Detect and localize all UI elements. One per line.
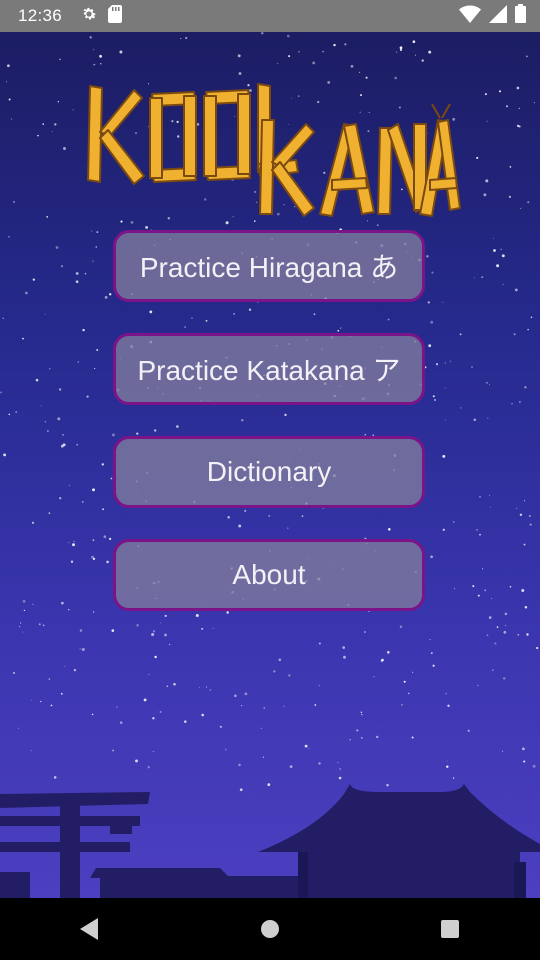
signal-icon bbox=[489, 4, 507, 28]
wifi-icon bbox=[459, 5, 481, 28]
temple-silhouette bbox=[0, 784, 540, 898]
gear-icon bbox=[80, 5, 98, 28]
dictionary-button[interactable]: Dictionary bbox=[113, 436, 425, 508]
home-icon[interactable] bbox=[240, 909, 300, 949]
battery-icon bbox=[515, 4, 526, 28]
kool-kana-logo bbox=[87, 83, 461, 217]
about-button[interactable]: About bbox=[113, 539, 425, 611]
back-icon[interactable] bbox=[60, 909, 120, 949]
recents-icon[interactable] bbox=[420, 909, 480, 949]
status-bar: 12:36 bbox=[0, 0, 540, 32]
main-screen: Practice Hiragana あ Practice Katakana ア … bbox=[0, 32, 540, 898]
sd-card-icon bbox=[108, 4, 123, 28]
navigation-bar bbox=[0, 898, 540, 960]
status-time: 12:36 bbox=[18, 6, 63, 25]
practice-hiragana-button[interactable]: Practice Hiragana あ bbox=[113, 230, 425, 302]
practice-katakana-button[interactable]: Practice Katakana ア bbox=[113, 333, 425, 405]
